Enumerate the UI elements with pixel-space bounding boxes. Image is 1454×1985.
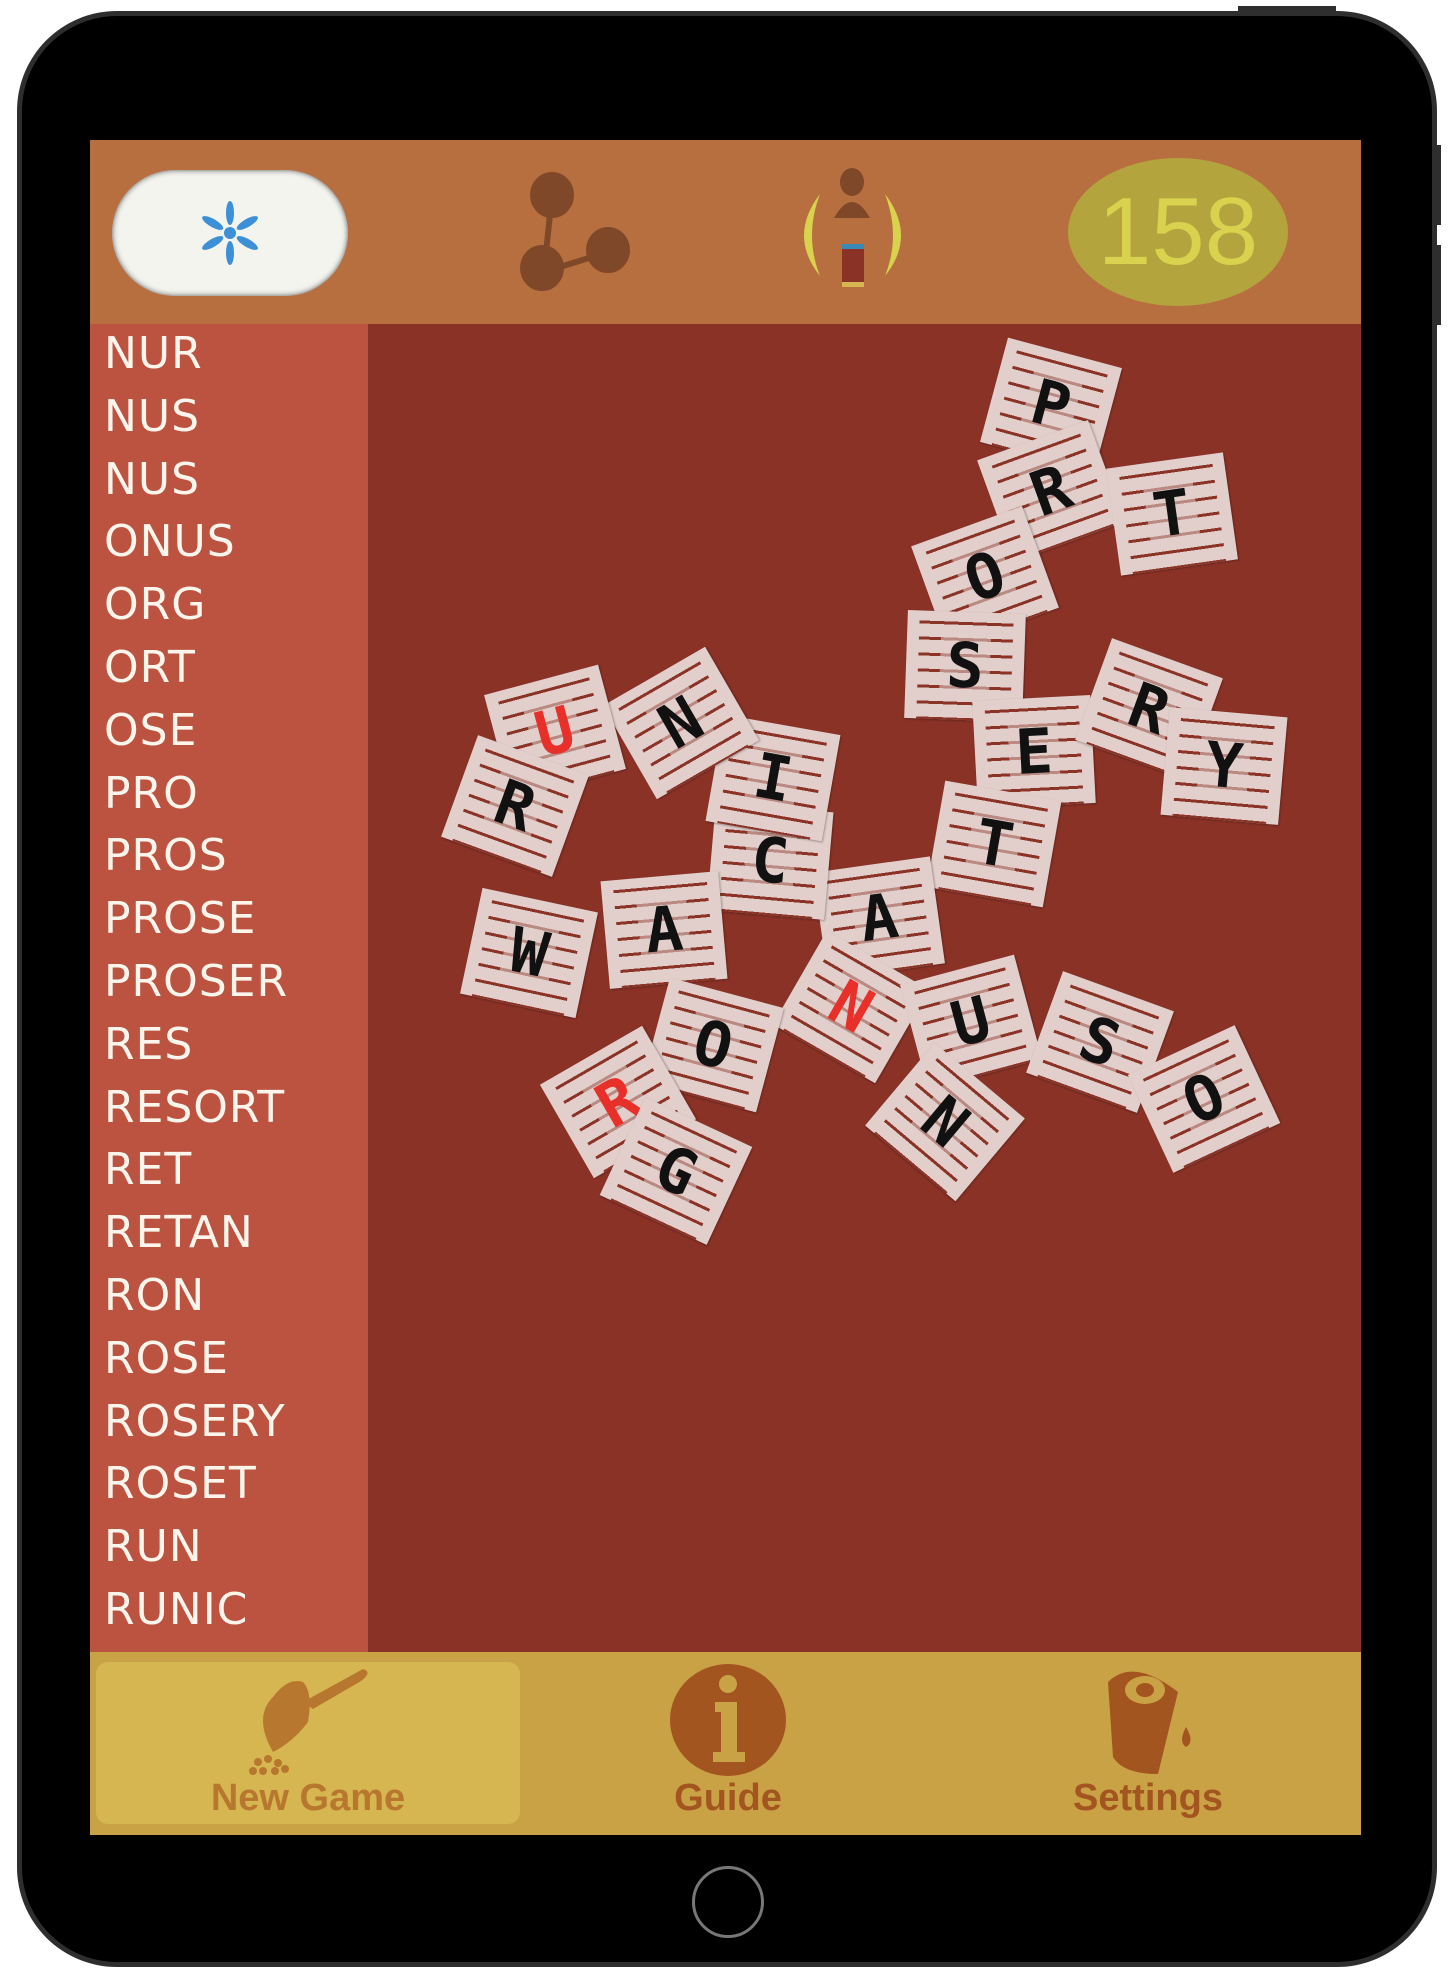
found-word: RESORT (104, 1081, 286, 1133)
tile-letter: Y (1196, 728, 1252, 803)
player-badge-icon[interactable] (790, 166, 915, 301)
found-word: ROSE (104, 1332, 229, 1384)
found-word: PROSER (104, 956, 289, 1007)
hint-button[interactable] (112, 170, 348, 296)
found-word: RETAN (104, 1207, 254, 1259)
game-board: PRTOSERYTACINURWANORGUSON (368, 324, 1361, 1652)
found-word: NUS (104, 453, 201, 505)
score-badge: 158 (1068, 158, 1288, 306)
found-word: RET (104, 1144, 193, 1196)
tile-letter: N (644, 682, 718, 764)
tile-letter: C (742, 823, 798, 898)
tile-letter: T (964, 804, 1024, 883)
found-word: PRO (104, 767, 199, 819)
found-word: OSE (104, 704, 198, 756)
found-word: RUN (104, 1521, 203, 1573)
found-word: ROSERY (104, 1395, 286, 1447)
found-word: PROS (104, 830, 228, 882)
tile-letter: O (951, 536, 1019, 617)
tab-label: New Game (210, 1777, 406, 1819)
top-bar: 158 (90, 140, 1361, 324)
share-icon[interactable] (508, 170, 633, 295)
tile-letter: U (939, 981, 1003, 1062)
asterisk-icon (202, 201, 258, 265)
volume-up-button (1432, 145, 1441, 225)
app-screen: 158 NUR NUS NUS ONUS ORG ORT OSE PRO PROS PROSE PR… (90, 140, 1361, 1835)
found-word: RUNIC (104, 1584, 249, 1635)
tab-settings[interactable]: Settings (936, 1662, 1360, 1824)
found-words-list: NUR NUS NUS ONUS ORG ORT OSE PRO PROS PROSE PROSER… (90, 324, 368, 1652)
letter-tile[interactable]: W (460, 887, 598, 1019)
info-icon (670, 1664, 786, 1776)
found-word: ROSET (104, 1458, 257, 1510)
tile-letter: I (743, 738, 803, 817)
tab-label: Settings (1073, 1777, 1223, 1819)
tile-letter: N (906, 1081, 984, 1162)
tile-letter: O (1168, 1058, 1240, 1140)
volume-down-button (1432, 245, 1441, 325)
found-word: ONUS (104, 516, 236, 568)
tile-letter: G (640, 1130, 712, 1212)
tile-letter: O (681, 1004, 745, 1085)
found-word: NUS (104, 390, 201, 442)
tile-letter: R (481, 765, 549, 846)
tile-letter: S (1066, 1001, 1134, 1082)
letter-tile[interactable]: A (600, 871, 728, 989)
tab-new-game[interactable]: New Game (96, 1662, 520, 1824)
tile-letter: N (814, 966, 888, 1048)
found-word: NUR (104, 328, 203, 379)
found-word: RES (104, 1018, 194, 1070)
scoop-icon (249, 1669, 368, 1775)
letter-tile[interactable]: T (926, 780, 1062, 908)
found-word: RON (104, 1270, 206, 1321)
tile-letter: A (636, 892, 692, 967)
tile-letter: S (939, 628, 991, 703)
home-button[interactable] (692, 1866, 764, 1938)
letter-tile[interactable]: T (1106, 452, 1238, 576)
tab-guide[interactable]: Guide (516, 1662, 940, 1824)
tile-letter: A (850, 879, 908, 956)
score-value: 158 (1097, 178, 1259, 285)
tile-letter: R (1017, 450, 1085, 531)
tile-letter: W (498, 913, 560, 992)
bottom-tab-bar: New Game Guide Settings (90, 1652, 1361, 1835)
letter-tile[interactable]: Y (1160, 707, 1288, 825)
tab-label: Guide (674, 1777, 782, 1819)
found-word: ORG (104, 579, 207, 631)
power-button (1238, 6, 1336, 14)
found-word: PROSE (104, 893, 257, 945)
found-word: ORT (104, 642, 196, 693)
tile-letter: E (1007, 714, 1061, 789)
tile-letter: T (1143, 475, 1201, 552)
paint-bucket-icon (1108, 1671, 1191, 1774)
